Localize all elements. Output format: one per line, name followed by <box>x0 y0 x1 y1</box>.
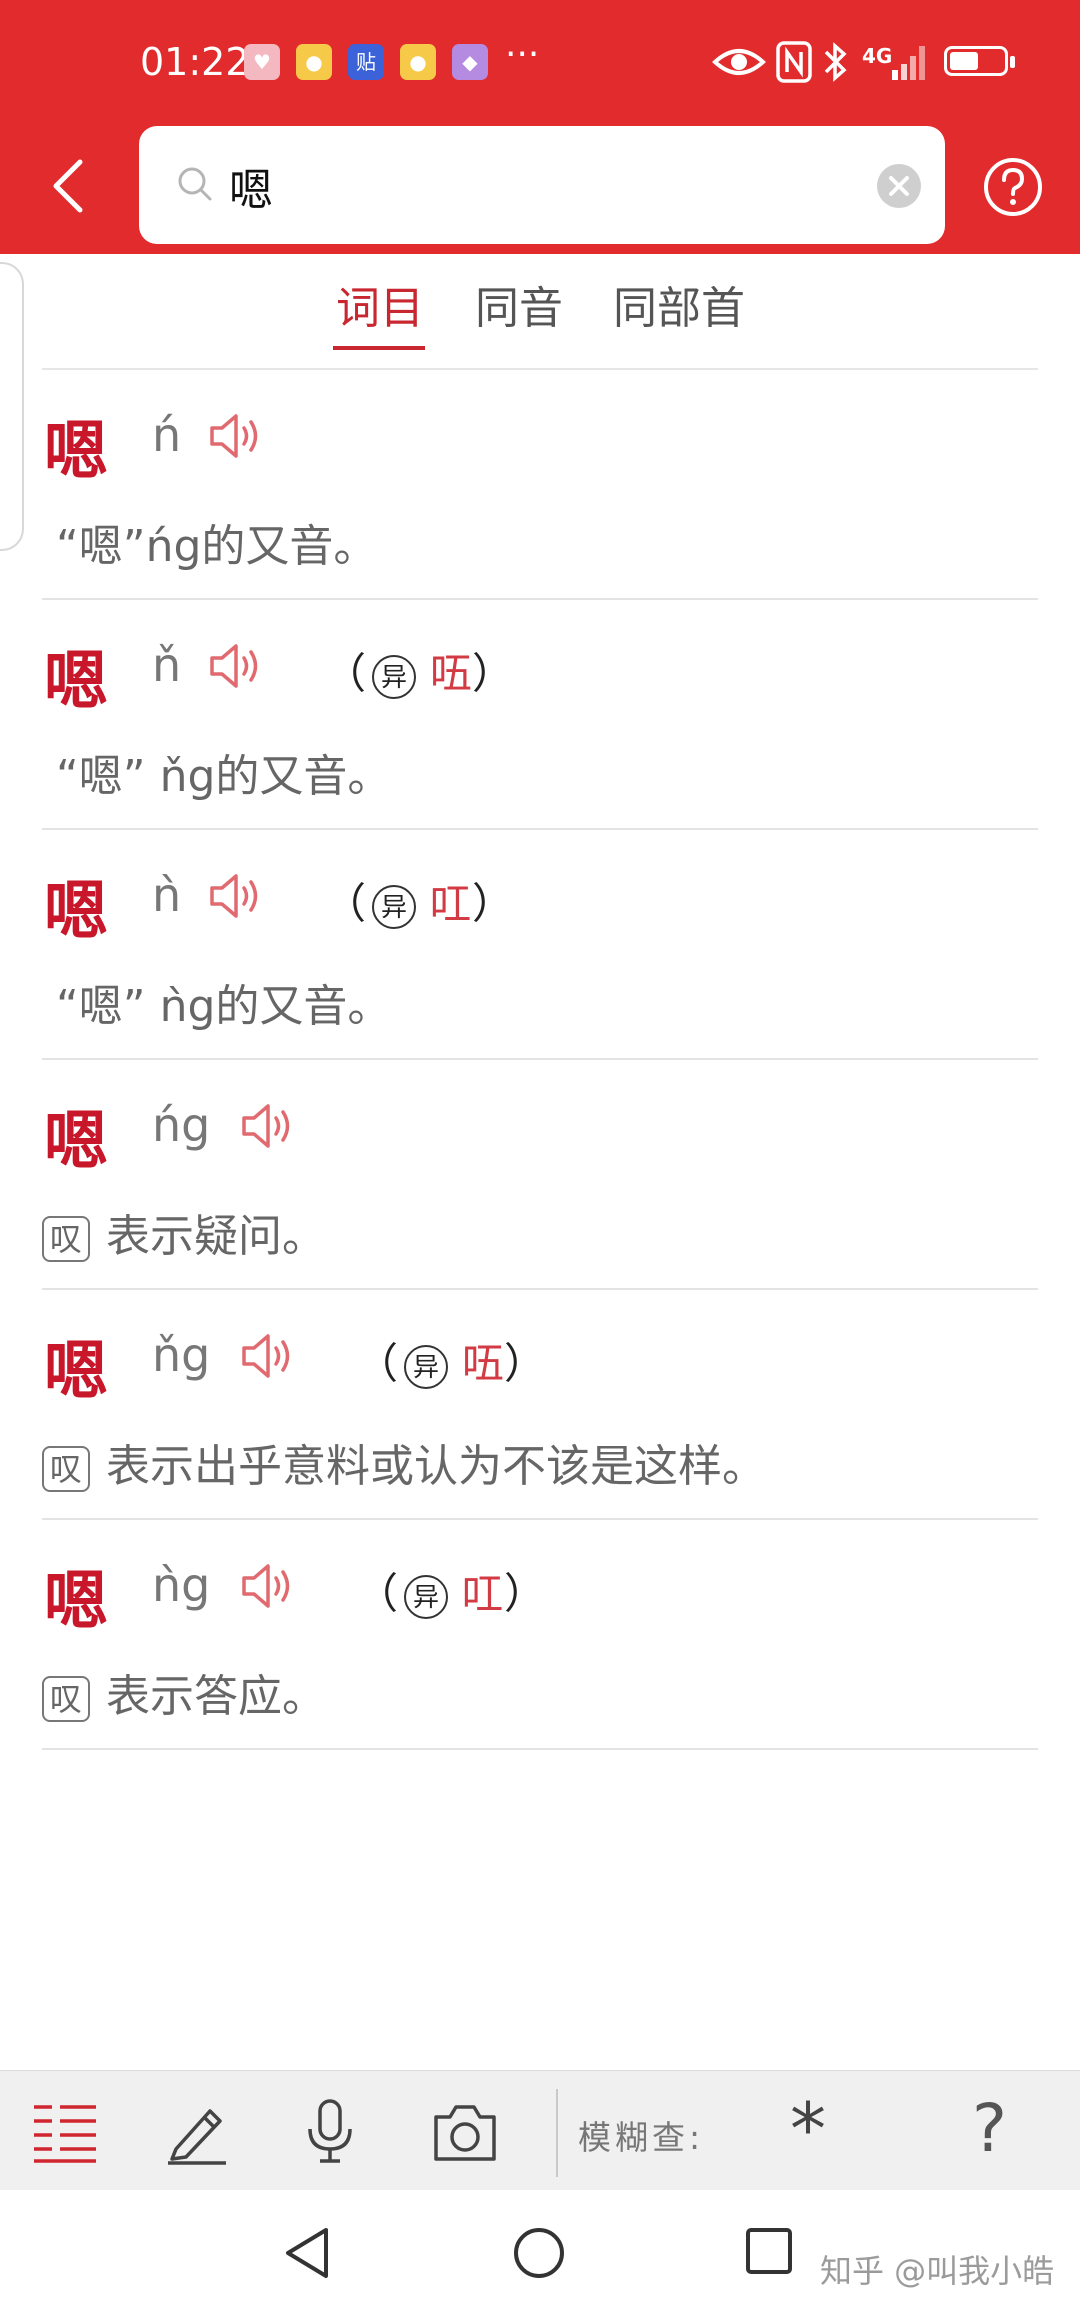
list-item[interactable]: 嗯 ǹ （异叿） “嗯” ǹg的又音。 <box>42 830 1038 1060</box>
nav-back-icon[interactable] <box>282 2226 332 2280</box>
variant-mark: 异 <box>404 1344 449 1389</box>
speaker-icon[interactable] <box>208 410 264 462</box>
entry-definition: 叹表示出乎意料或认为不该是这样。 <box>42 1430 766 1494</box>
tieba-icon: 贴 <box>348 44 384 80</box>
tab-same-radical[interactable]: 同部首 <box>613 272 745 336</box>
variant-form[interactable]: （异叿） <box>356 1560 546 1621</box>
entry-pinyin: ǹg <box>152 1558 211 1612</box>
entry-character: 嗯 <box>44 644 108 719</box>
camera-icon[interactable] <box>430 2099 500 2165</box>
part-of-speech-tag: 叹 <box>42 1216 90 1262</box>
list-item[interactable]: 嗯 ň （异㕶） “嗯” ňg的又音。 <box>42 600 1038 830</box>
variant-character: 叿 <box>430 879 473 928</box>
entry-definition: “嗯” ňg的又音。 <box>56 751 392 802</box>
input-toolbar: 模糊查: * ? <box>0 2070 1080 2191</box>
entry-definition: 叹表示疑问。 <box>42 1200 326 1264</box>
entry-pinyin: ň <box>152 638 182 692</box>
variant-mark: 异 <box>372 654 417 699</box>
entry-pinyin: ǹ <box>152 868 182 922</box>
battery-icon <box>944 46 1015 76</box>
system-nav-bar: 知乎 @叫我小皓 <box>0 2190 1080 2310</box>
nav-home-icon[interactable] <box>512 2226 566 2280</box>
tab-bar: 词目 同音 同部首 <box>0 254 1080 370</box>
list-item[interactable]: 嗯 ňg （异㕶） 叹表示出乎意料或认为不该是这样。 <box>42 1290 1038 1520</box>
variant-character: 㕶 <box>462 1339 505 1388</box>
bluetooth-icon <box>824 42 847 82</box>
list-item[interactable]: 嗯 ń “嗯”ńg的又音。 <box>42 370 1038 600</box>
entry-character: 嗯 <box>44 1564 108 1639</box>
list-view-icon[interactable] <box>30 2099 100 2165</box>
part-of-speech-tag: 叹 <box>42 1446 90 1492</box>
speaker-icon[interactable] <box>208 640 264 692</box>
toolbar-divider <box>556 2089 558 2177</box>
entry-definition: 叹表示答应。 <box>42 1660 326 1724</box>
heart-app-icon: ♥ <box>244 44 280 80</box>
variant-form[interactable]: （异叿） <box>324 870 514 931</box>
variant-mark: 异 <box>372 884 417 929</box>
entry-character: 嗯 <box>44 874 108 949</box>
eye-icon <box>712 49 766 75</box>
row-divider <box>42 1748 1038 1750</box>
variant-form[interactable]: （异㕶） <box>356 1330 546 1391</box>
part-of-speech-tag: 叹 <box>42 1676 90 1722</box>
back-button[interactable] <box>48 158 88 214</box>
search-input[interactable] <box>227 150 831 222</box>
status-time: 01:22 <box>140 40 250 84</box>
weibo-icon: ● <box>296 44 332 80</box>
list-item[interactable]: 嗯 ǹg （异叿） 叹表示答应。 <box>42 1520 1038 1750</box>
browser-icon: ◆ <box>452 44 488 80</box>
entry-pinyin: ńg <box>152 1098 211 1152</box>
more-notifications-icon: ··· <box>505 34 540 75</box>
clear-search-button[interactable] <box>877 164 921 208</box>
speaker-icon[interactable] <box>240 1560 296 1612</box>
signal-icon <box>892 46 925 80</box>
tab-homophones[interactable]: 同音 <box>475 272 563 336</box>
wildcard-button[interactable]: * <box>790 2093 826 2165</box>
speaker-icon[interactable] <box>208 870 264 922</box>
variant-mark: 异 <box>404 1574 449 1619</box>
entry-character: 嗯 <box>44 1334 108 1409</box>
variant-character: 㕶 <box>430 649 473 698</box>
entry-character: 嗯 <box>44 1104 108 1179</box>
fuzzy-search-label: 模糊查: <box>578 2118 705 2157</box>
variant-character: 叿 <box>462 1569 505 1618</box>
help-button[interactable] <box>982 156 1044 218</box>
entry-pinyin: ňg <box>152 1328 211 1382</box>
variant-form[interactable]: （异㕶） <box>324 640 514 701</box>
nfc-icon <box>776 41 812 83</box>
search-box[interactable] <box>139 126 945 244</box>
entry-definition: “嗯”ńg的又音。 <box>56 521 378 572</box>
search-icon <box>178 167 212 201</box>
side-drawer-handle[interactable] <box>0 262 24 551</box>
single-char-wildcard-button[interactable]: ? <box>972 2093 1007 2165</box>
watermark-text: 知乎 @叫我小皓 <box>820 2252 1055 2290</box>
entry-character: 嗯 <box>44 414 108 489</box>
list-item[interactable]: 嗯 ńg 叹表示疑问。 <box>42 1060 1038 1290</box>
speaker-icon[interactable] <box>240 1330 296 1382</box>
entry-definition: “嗯” ǹg的又音。 <box>56 981 392 1032</box>
handwriting-pencil-icon[interactable] <box>164 2099 230 2165</box>
tab-entries[interactable]: 词目 <box>336 272 424 336</box>
weibo-icon: ● <box>400 44 436 80</box>
speaker-icon[interactable] <box>240 1100 296 1152</box>
microphone-icon[interactable] <box>302 2099 358 2165</box>
status-bar: 01:22 ♥ ● 贴 ● ◆ ··· 4G <box>0 0 1080 120</box>
active-tab-indicator <box>333 346 425 350</box>
nav-recents-icon[interactable] <box>744 2226 794 2276</box>
entry-pinyin: ń <box>152 408 182 462</box>
